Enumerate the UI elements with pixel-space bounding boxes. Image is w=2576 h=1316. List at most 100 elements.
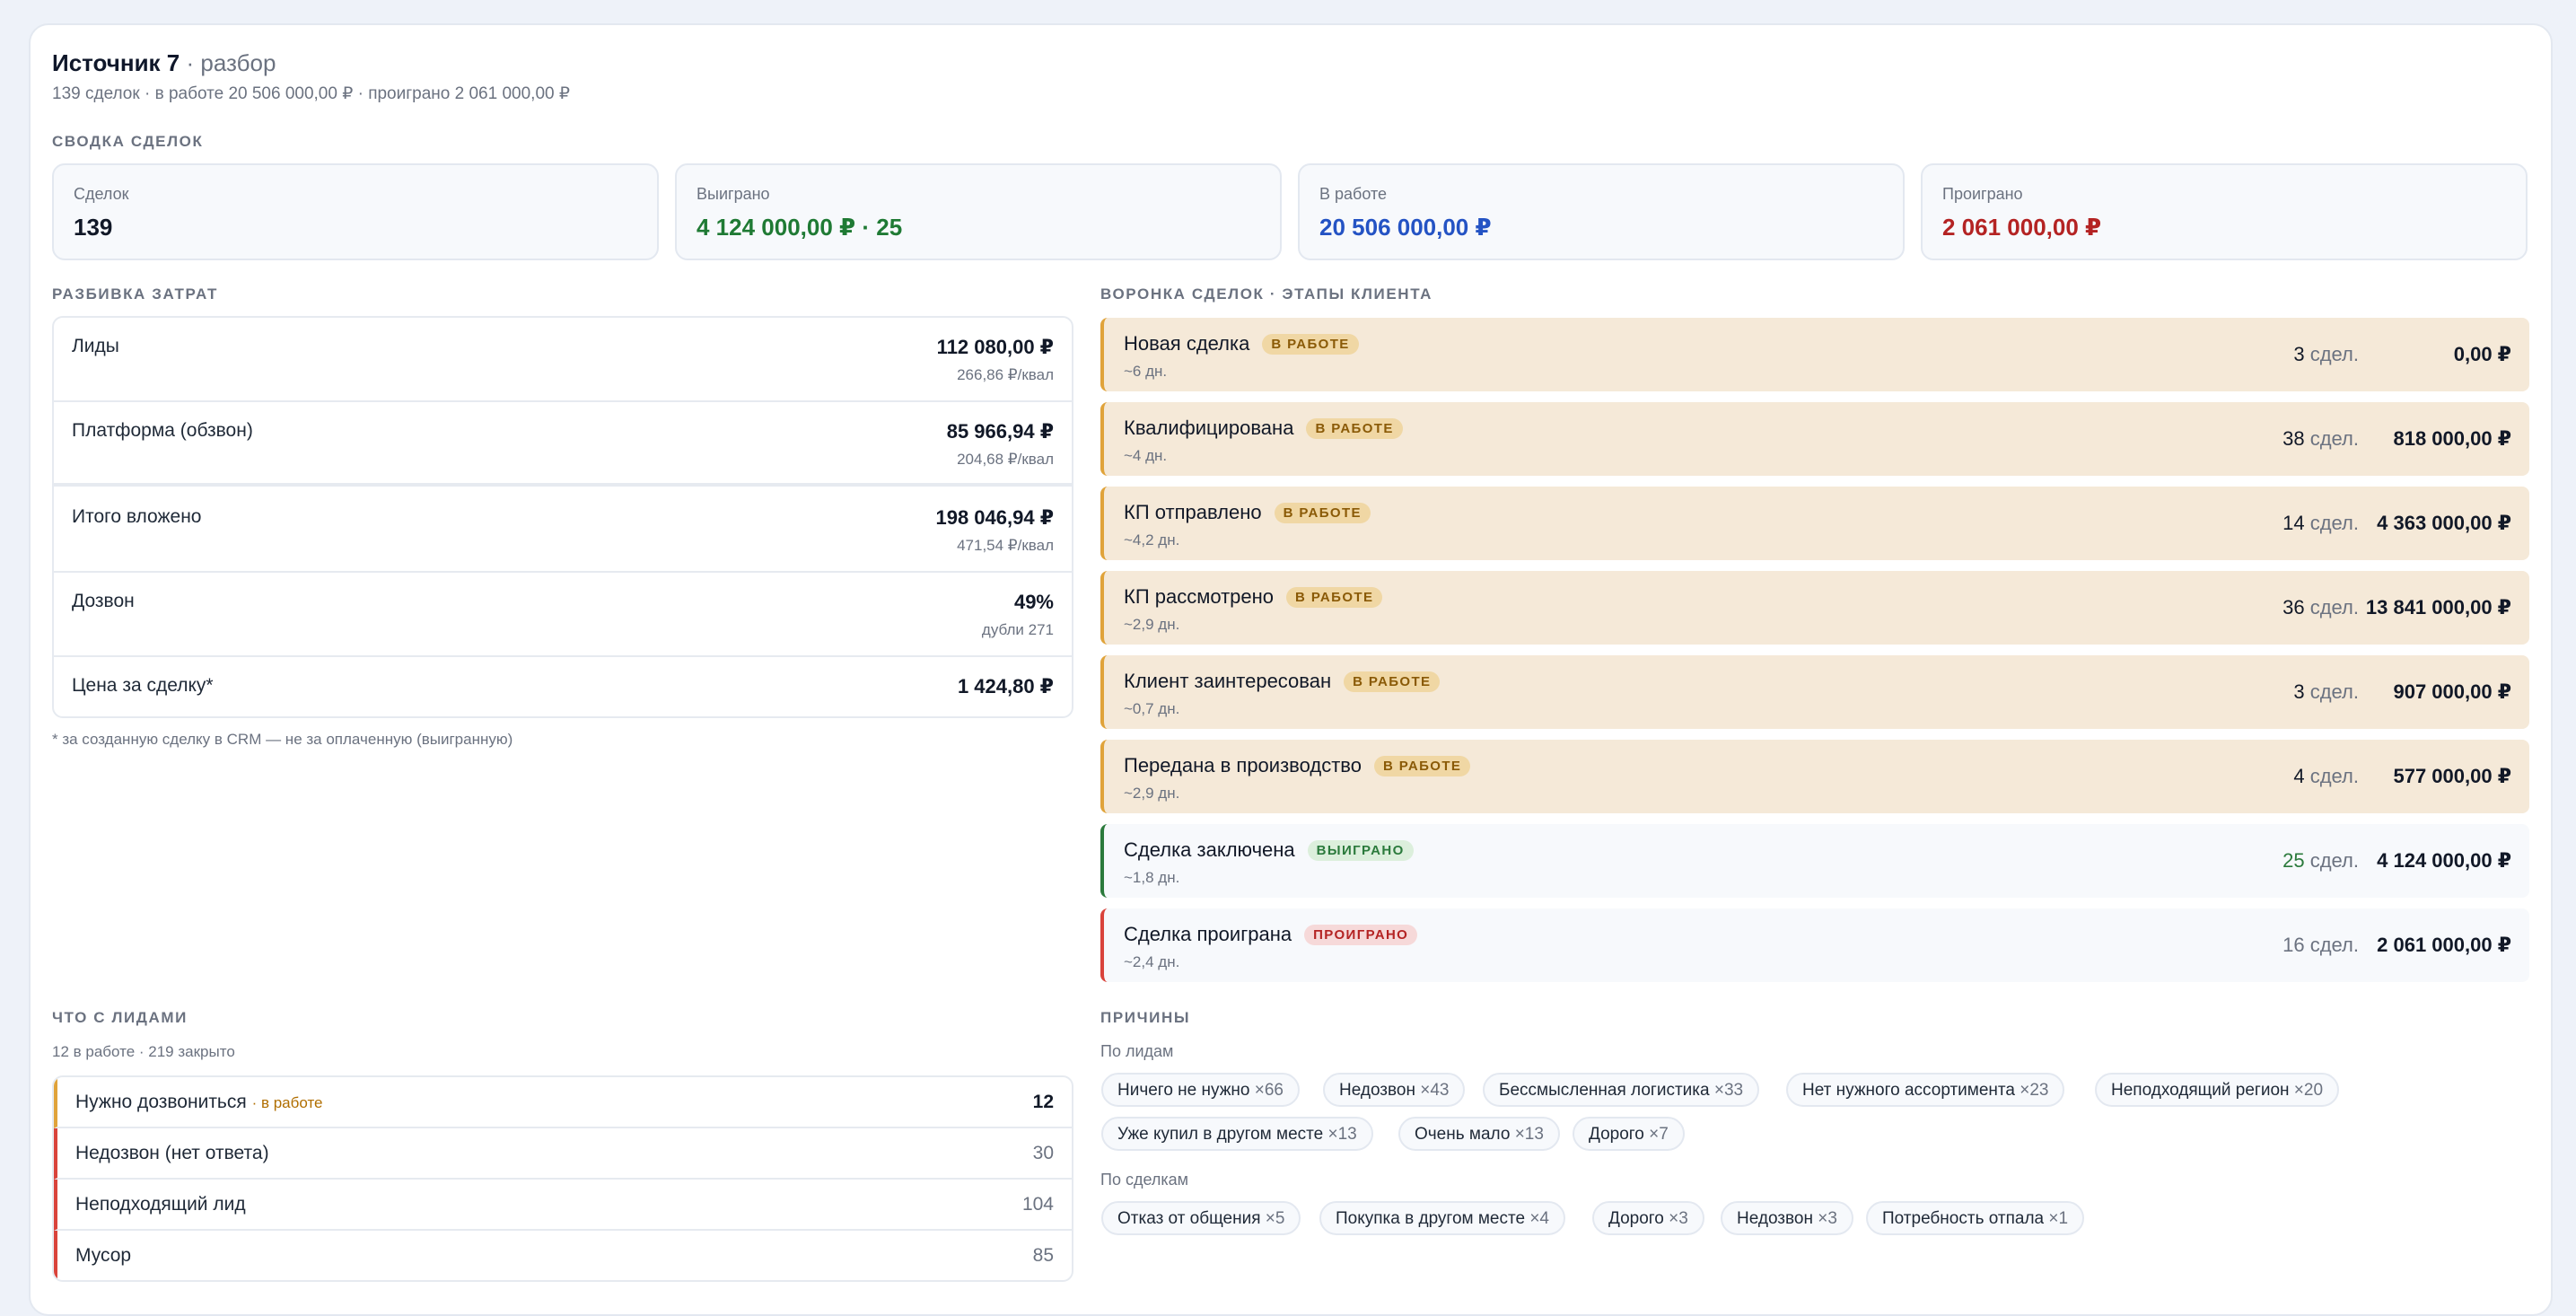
status-badge: В РАБОТЕ bbox=[1344, 671, 1441, 692]
stage-name: Сделка проиграна bbox=[1124, 923, 1292, 945]
costs-table: Лиды 112 080,00 ₽ 266,86 ₽/квал Платформ… bbox=[52, 316, 1073, 718]
funnel-stage-interested[interactable]: Клиент заинтересован В РАБОТЕ ~0,7 дн. 3 … bbox=[1100, 655, 2529, 729]
lead-row-to-call[interactable]: Нужно дозвониться · в работе 12 bbox=[54, 1077, 1072, 1128]
stat-card-deals: Сделок 139 bbox=[52, 163, 659, 260]
stage-count: 38 сдел. bbox=[2282, 427, 2359, 450]
stage-duration: ~1,8 дн. bbox=[1124, 869, 1180, 886]
cost-value: 85 966,94 ₽ bbox=[946, 420, 1054, 443]
funnel-section-title: ВОРОНКА СДЕЛОК · ЭТАПЫ КЛИЕНТА bbox=[1100, 285, 1433, 303]
reasons-section-title: ПРИЧИНЫ bbox=[1100, 1009, 1191, 1026]
cost-value: 198 046,94 ₽ bbox=[935, 506, 1054, 529]
reason-chip[interactable]: Бессмысленная логистика ×33 bbox=[1483, 1073, 1760, 1107]
reason-chip[interactable]: Неподходящий регион ×20 bbox=[2095, 1073, 2340, 1107]
stage-duration: ~4 дн. bbox=[1124, 447, 1168, 464]
cost-row-deal-price: Цена за сделку* 1 424,80 ₽ bbox=[54, 657, 1072, 716]
lead-label: Мусор bbox=[75, 1245, 132, 1266]
lead-label: Неподходящий лид bbox=[75, 1194, 246, 1215]
reason-chip[interactable]: Недозвон ×3 bbox=[1721, 1201, 1853, 1235]
stage-name: Сделка заключена bbox=[1124, 838, 1295, 861]
stage-count: 16 сдел. bbox=[2282, 934, 2359, 956]
stage-duration: ~4,2 дн. bbox=[1124, 531, 1180, 548]
stat-label: Выиграно bbox=[697, 185, 770, 203]
funnel-stage-lost[interactable]: Сделка проиграна ПРОИГРАНО ~2,4 дн. 16 сд… bbox=[1100, 908, 2529, 982]
stage-name: Новая сделка bbox=[1124, 332, 1250, 355]
cost-label: Лиды bbox=[72, 336, 119, 356]
status-badge: ПРОИГРАНО bbox=[1304, 925, 1418, 945]
cost-label: Платформа (обзвон) bbox=[72, 420, 253, 441]
stat-card-in-progress: В работе 20 506 000,00 ₽ bbox=[1298, 163, 1905, 260]
stage-count: 25 сдел. bbox=[2282, 849, 2359, 872]
stat-label: В работе bbox=[1319, 185, 1388, 203]
status-badge: В РАБОТЕ bbox=[1286, 587, 1383, 608]
stat-label: Сделок bbox=[74, 185, 129, 203]
stat-card-won: Выиграно 4 124 000,00 ₽ · 25 bbox=[675, 163, 1282, 260]
stage-duration: ~6 дн. bbox=[1124, 363, 1168, 380]
cost-note: 266,86 ₽/квал bbox=[957, 366, 1054, 383]
lead-count: 30 bbox=[1032, 1143, 1054, 1163]
lead-row-junk[interactable]: Мусор 85 bbox=[54, 1231, 1072, 1280]
lead-row-no-answer[interactable]: Недозвон (нет ответа) 30 bbox=[54, 1128, 1072, 1180]
page-title: Источник 7 · разбор bbox=[52, 48, 276, 77]
lead-tag: · в работе bbox=[251, 1094, 323, 1111]
funnel-stage-qualified[interactable]: Квалифицирована В РАБОТЕ ~4 дн. 38 сдел. … bbox=[1100, 402, 2529, 476]
lead-count: 104 bbox=[1021, 1194, 1054, 1215]
stat-label: Проиграно bbox=[1942, 185, 2023, 203]
cost-label: Итого вложено bbox=[72, 506, 202, 527]
stage-name: Клиент заинтересован bbox=[1124, 670, 1332, 692]
stage-count: 3 сдел. bbox=[2293, 680, 2359, 703]
stage-count: 36 сдел. bbox=[2282, 596, 2359, 619]
lead-count: 12 bbox=[1032, 1092, 1054, 1112]
status-badge: В РАБОТЕ bbox=[1262, 334, 1359, 355]
cost-label: Цена за сделку* bbox=[72, 675, 214, 696]
funnel-stage-won[interactable]: Сделка заключена ВЫИГРАНО ~1,8 дн. 25 сде… bbox=[1100, 824, 2529, 898]
reasons-by-leads-label: По лидам bbox=[1100, 1042, 1174, 1060]
cost-row-dial-rate: Дозвон 49% дубли 271 bbox=[54, 573, 1072, 657]
stage-duration: ~2,4 дн. bbox=[1124, 953, 1180, 970]
stage-duration: ~0,7 дн. bbox=[1124, 700, 1180, 717]
funnel-stage-production[interactable]: Передана в производство В РАБОТЕ ~2,9 дн.… bbox=[1100, 740, 2529, 813]
stat-value: 4 124 000,00 ₽ · 25 bbox=[697, 214, 903, 241]
stat-value: 139 bbox=[74, 214, 113, 241]
lead-count: 85 bbox=[1032, 1245, 1054, 1266]
cost-value: 1 424,80 ₽ bbox=[957, 675, 1054, 697]
reason-chip[interactable]: Покупка в другом месте ×4 bbox=[1319, 1201, 1565, 1235]
page-meta: 139 сделок · в работе 20 506 000,00 ₽ · … bbox=[52, 84, 570, 103]
leads-section-title: ЧТО С ЛИДАМИ bbox=[52, 1009, 188, 1026]
reasons-by-deals-label: По сделкам bbox=[1100, 1171, 1189, 1189]
source-subtitle: · разбор bbox=[186, 49, 276, 76]
stage-amount: 4 124 000,00 ₽ bbox=[2377, 849, 2511, 872]
source-name: Источник 7 bbox=[52, 49, 180, 76]
stage-amount: 2 061 000,00 ₽ bbox=[2377, 934, 2511, 956]
status-badge: В РАБОТЕ bbox=[1373, 756, 1471, 776]
stage-name: Передана в производство bbox=[1124, 754, 1362, 776]
cost-row-leads: Лиды 112 080,00 ₽ 266,86 ₽/квал bbox=[54, 318, 1072, 402]
cost-row-platform: Платформа (обзвон) 85 966,94 ₽ 204,68 ₽/… bbox=[54, 402, 1072, 487]
reason-chip[interactable]: Очень мало ×13 bbox=[1398, 1117, 1560, 1151]
reason-chip[interactable]: Ничего не нужно ×66 bbox=[1101, 1073, 1300, 1107]
lead-label: Нужно дозвониться bbox=[75, 1092, 247, 1112]
reason-chip[interactable]: Дорого ×7 bbox=[1573, 1117, 1685, 1151]
reason-chip[interactable]: Потребность отпала ×1 bbox=[1866, 1201, 2085, 1235]
stat-value: 20 506 000,00 ₽ bbox=[1319, 214, 1492, 241]
reason-chip[interactable]: Уже купил в другом месте ×13 bbox=[1101, 1117, 1373, 1151]
cost-note: 471,54 ₽/квал bbox=[957, 537, 1054, 554]
cost-value: 49% bbox=[1013, 591, 1054, 613]
stage-amount: 818 000,00 ₽ bbox=[2393, 427, 2511, 450]
leads-table: Нужно дозвониться · в работе 12 Недозвон… bbox=[52, 1075, 1073, 1282]
reason-chip[interactable]: Нет нужного ассортимента ×23 bbox=[1786, 1073, 2065, 1107]
lead-row-unsuitable[interactable]: Неподходящий лид 104 bbox=[54, 1180, 1072, 1231]
stage-amount: 13 841 000,00 ₽ bbox=[2365, 596, 2511, 619]
leads-summary: 12 в работе · 219 закрыто bbox=[52, 1043, 235, 1060]
cost-value: 112 080,00 ₽ bbox=[936, 336, 1054, 358]
status-badge: ВЫИГРАНО bbox=[1307, 840, 1414, 861]
funnel-stage-offer-sent[interactable]: КП отправлено В РАБОТЕ ~4,2 дн. 14 сдел. … bbox=[1100, 487, 2529, 560]
stage-count: 3 сдел. bbox=[2293, 343, 2359, 365]
reason-chip[interactable]: Дорого ×3 bbox=[1592, 1201, 1704, 1235]
reason-chip[interactable]: Недозвон ×43 bbox=[1323, 1073, 1466, 1107]
reason-chip[interactable]: Отказ от общения ×5 bbox=[1101, 1201, 1301, 1235]
funnel-stage-offer-reviewed[interactable]: КП рассмотрено В РАБОТЕ ~2,9 дн. 36 сдел.… bbox=[1100, 571, 2529, 645]
funnel-stage-new[interactable]: Новая сделка В РАБОТЕ ~6 дн. 3 сдел. 0,00… bbox=[1100, 318, 2529, 391]
costs-section-title: РАЗБИВКА ЗАТРАТ bbox=[52, 285, 218, 303]
cost-row-total: Итого вложено 198 046,94 ₽ 471,54 ₽/квал bbox=[54, 488, 1072, 573]
stat-card-lost: Проиграно 2 061 000,00 ₽ bbox=[1921, 163, 2528, 260]
